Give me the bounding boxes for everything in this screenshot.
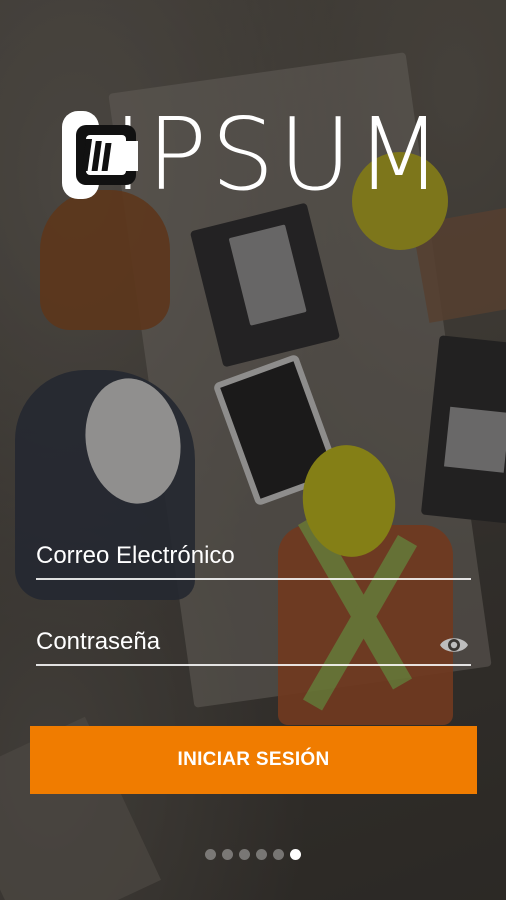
brand-name: IPSUM xyxy=(113,96,446,213)
page-dot[interactable] xyxy=(239,849,250,860)
page-dot[interactable] xyxy=(222,849,233,860)
page-indicator xyxy=(0,849,506,860)
email-field-label: Correo Electrónico xyxy=(36,542,235,569)
password-field-label: Contraseña xyxy=(36,628,161,655)
login-screen: IPSUM Correo Electrónico Contraseña INIC… xyxy=(0,0,506,900)
ipsum-logo-icon xyxy=(62,111,138,199)
login-button[interactable]: INICIAR SESIÓN xyxy=(30,726,477,794)
page-dot-active[interactable] xyxy=(290,849,301,860)
password-field[interactable]: Contraseña xyxy=(36,620,471,666)
eye-icon[interactable] xyxy=(439,634,469,656)
email-field[interactable]: Correo Electrónico xyxy=(36,534,471,580)
page-dot[interactable] xyxy=(273,849,284,860)
page-dot[interactable] xyxy=(205,849,216,860)
brand-logo: IPSUM xyxy=(62,96,446,213)
page-dot[interactable] xyxy=(256,849,267,860)
